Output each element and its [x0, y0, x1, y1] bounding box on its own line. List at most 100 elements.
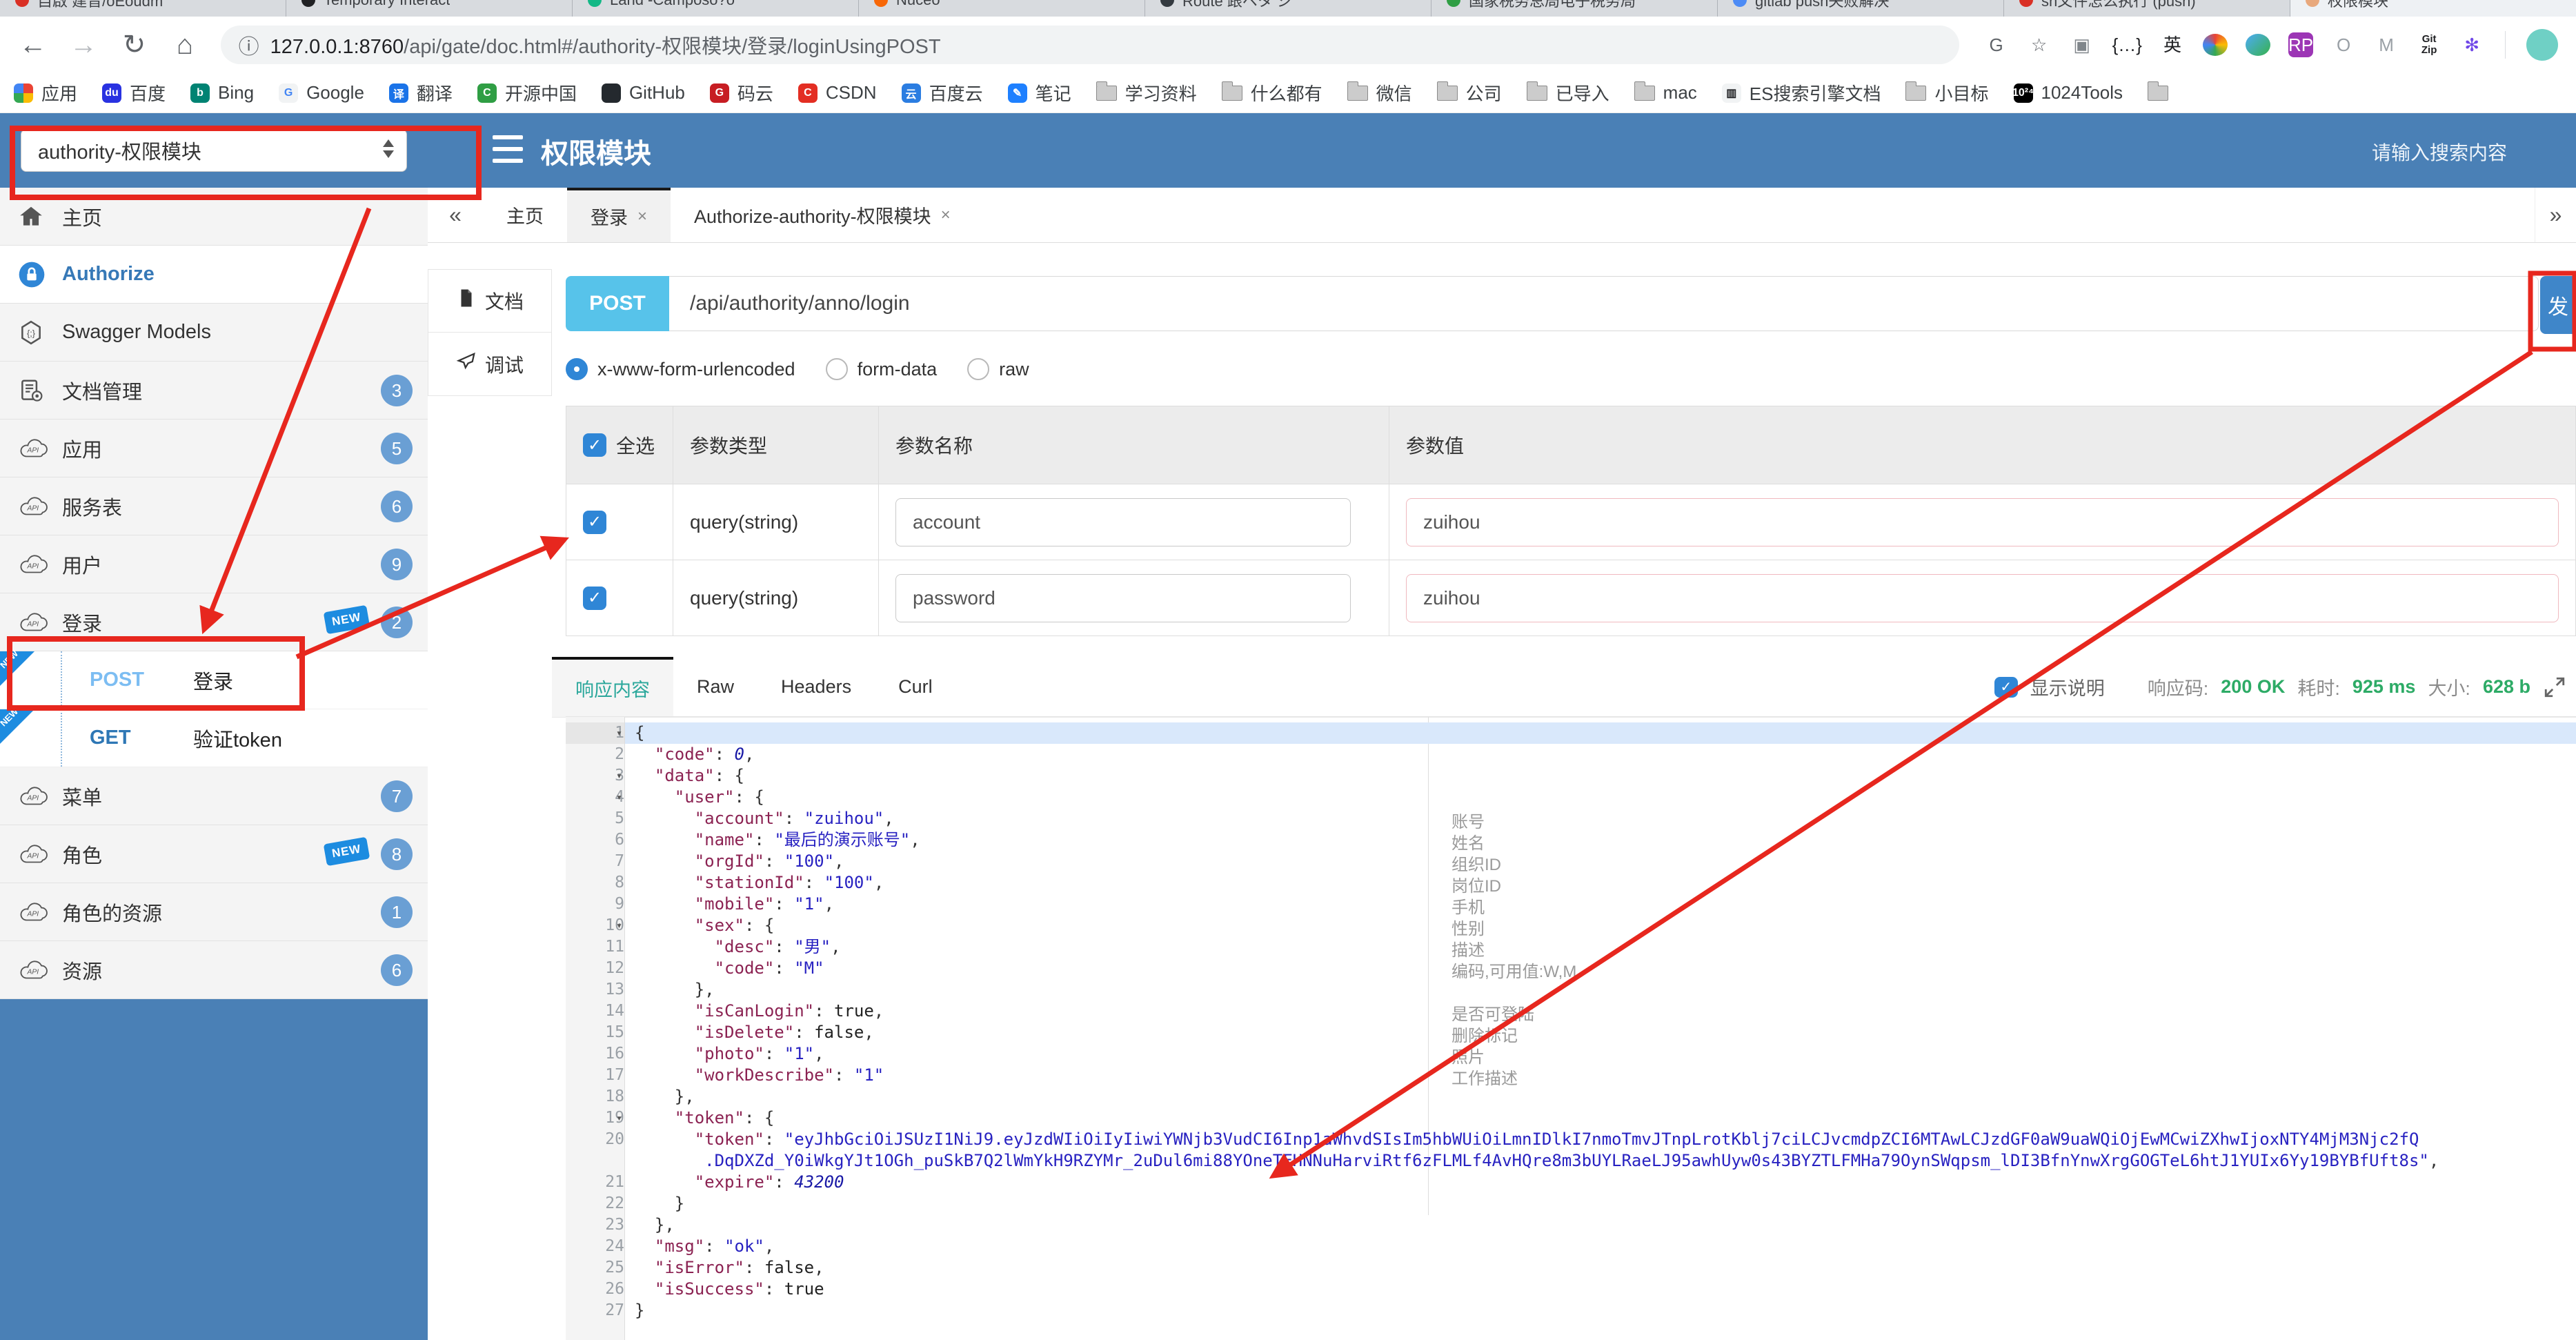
tab-调试[interactable]: 调试 — [428, 333, 552, 396]
bookmark-item[interactable]: G 码云 — [709, 80, 773, 106]
response-tab-Raw[interactable]: Raw — [673, 657, 758, 717]
browser-tab[interactable]: Nuceo — [859, 0, 1145, 17]
fold-arrow-icon[interactable]: ▾ — [616, 787, 622, 808]
bookmark-item[interactable]: GitHub — [601, 82, 685, 104]
browser-tab[interactable]: 自啟 建音/oEoudm — [0, 0, 286, 17]
bookmark-item[interactable]: 译翻译 — [388, 80, 453, 106]
response-tab-响应内容[interactable]: 响应内容 — [552, 657, 673, 717]
close-tab-icon[interactable]: × — [941, 206, 951, 225]
body-type-raw[interactable]: raw — [967, 358, 1029, 380]
fold-arrow-icon[interactable]: ▾ — [616, 915, 622, 936]
fold-arrow-icon[interactable]: ▾ — [616, 1107, 622, 1129]
menu-icon[interactable] — [493, 135, 523, 163]
sidebar-item-菜单[interactable]: API 菜单 7 — [0, 767, 428, 825]
reader-icon[interactable]: ▣ — [2070, 32, 2094, 57]
bookmark-item[interactable]: du 百度 — [102, 80, 166, 106]
browser-tab[interactable]: gitlab push失败解决 — [1718, 0, 2004, 17]
browser-tab[interactable]: 国家税务总局电子税务局 — [1431, 0, 1718, 17]
m-chevron-icon[interactable]: M — [2374, 32, 2399, 57]
browser-tab[interactable]: 权限模块 — [2290, 0, 2576, 17]
bookmark-item[interactable]: ▥ ES搜索引擎文档 — [1721, 80, 1881, 106]
bookmark-item[interactable]: 小目标 — [1905, 80, 1989, 106]
response-tab-Headers[interactable]: Headers — [757, 657, 875, 717]
site-info-icon[interactable]: ⓘ — [239, 30, 259, 60]
bookmark-item[interactable]: 10²⁴ 1024Tools — [2012, 82, 2123, 104]
sidebar-item-角色[interactable]: API 角色 NEW 8 — [0, 825, 428, 883]
bookmark-item[interactable]: G Google — [279, 82, 364, 104]
gitzip-icon[interactable]: Git Zip — [2417, 32, 2441, 57]
bookmark-item[interactable]: C 开源中国 — [477, 80, 577, 106]
profile-avatar[interactable] — [2526, 29, 2559, 61]
tab-文档[interactable]: 文档 — [428, 269, 552, 333]
reload-button[interactable]: ↻ — [119, 29, 149, 61]
oval-icon[interactable]: O — [2331, 32, 2356, 57]
response-editor[interactable]: 1 ▾{2 "code": 0, 3 ▾ "data": {4 ▾ "user": {5… — [566, 716, 2576, 1340]
response-tab-Curl[interactable]: Curl — [875, 657, 956, 717]
bookmark-item[interactable]: C CSDN — [797, 82, 877, 104]
header-search-input[interactable]: 请输入搜索内容 — [2372, 138, 2507, 166]
content-tab-Authorize-authority-权限模块[interactable]: Authorize-authority-权限模块 × — [671, 188, 974, 242]
bookmark-item[interactable]: 学习资料 — [1096, 80, 1197, 106]
translate-icon[interactable]: G — [1984, 32, 2009, 57]
close-tab-icon[interactable]: × — [637, 207, 647, 226]
param-value-input[interactable]: zuihou — [1406, 573, 2559, 622]
module-select[interactable]: authority-权限模块 — [21, 129, 407, 172]
bookmark-item[interactable]: b Bing — [190, 82, 254, 104]
sidebar-endpoint-验证token[interactable]: NEW GET 验证token — [0, 706, 428, 767]
param-name-input[interactable]: password — [895, 573, 1351, 622]
browser-tab[interactable]: Land -Camposo?o — [573, 0, 859, 17]
bookmark-star-icon[interactable]: ☆ — [2027, 32, 2052, 57]
axe-icon[interactable]: ✻ — [2459, 32, 2484, 57]
en-dict-icon[interactable]: 英 — [2160, 32, 2185, 57]
content-tab-登录[interactable]: 登录 × — [567, 188, 671, 242]
tabs-scroll-right-icon[interactable]: » — [2535, 188, 2576, 242]
sidebar-item-主页[interactable]: 主页 — [0, 188, 428, 246]
home-button[interactable]: ⌂ — [170, 30, 199, 61]
browser-tab[interactable]: Temporary Interact — [286, 0, 573, 17]
bookmark-item[interactable]: 已导入 — [1526, 80, 1609, 106]
send-button[interactable]: 发 — [2540, 276, 2576, 334]
sidebar-item-Swagger Models[interactable]: {;} Swagger Models — [0, 304, 428, 362]
body-type-x-www-form-urlencoded[interactable]: x-www-form-urlencoded — [566, 358, 795, 380]
expand-icon[interactable] — [2543, 676, 2566, 699]
radio-icon[interactable] — [566, 358, 588, 380]
request-path-input[interactable]: /api/authority/anno/login — [669, 276, 2539, 331]
row-checkbox[interactable]: ✓ — [583, 510, 606, 534]
bookmark-item[interactable] — [2148, 81, 2169, 101]
row-checkbox[interactable]: ✓ — [583, 586, 606, 610]
rp-icon[interactable]: RP — [2288, 32, 2314, 57]
forward-button[interactable]: → — [68, 30, 98, 61]
sidebar-item-登录[interactable]: API 登录 NEW 2 — [0, 593, 428, 651]
sidebar-item-应用[interactable]: API 应用 5 — [0, 420, 428, 477]
fold-arrow-icon[interactable]: ▾ — [616, 722, 622, 744]
show-desc-checkbox[interactable]: ✓ — [1994, 676, 2018, 698]
bookmark-item[interactable]: ✎ 笔记 — [1007, 80, 1071, 106]
sidebar-item-用户[interactable]: API 用户 9 — [0, 535, 428, 593]
address-bar[interactable]: ⓘ 127.0.0.1:8760/api/gate/doc.html#/auth… — [220, 26, 1959, 64]
sidebar-endpoint-登录[interactable]: NEW POST 登录 — [0, 648, 428, 709]
param-value-input[interactable]: zuihou — [1406, 497, 2559, 546]
radio-icon[interactable] — [967, 358, 990, 380]
tabs-scroll-left-icon[interactable]: « — [428, 188, 483, 242]
body-type-form-data[interactable]: form-data — [825, 358, 937, 380]
sidebar-item-服务表[interactable]: API 服务表 6 — [0, 477, 428, 535]
color-wheel-icon[interactable] — [2203, 34, 2228, 56]
param-name-input[interactable]: account — [895, 497, 1351, 546]
fold-arrow-icon[interactable]: ▾ — [616, 765, 622, 787]
radio-icon[interactable] — [825, 358, 848, 380]
bookmark-item[interactable]: 应用 — [14, 80, 77, 106]
sidebar-item-资源[interactable]: API 资源 6 — [0, 941, 428, 999]
bookmark-item[interactable]: 公司 — [1436, 80, 1502, 106]
select-all-checkbox[interactable]: ✓ — [583, 433, 606, 457]
sidebar-item-角色的资源[interactable]: API 角色的资源 1 — [0, 883, 428, 941]
bookmark-item[interactable]: 什么都有 — [1221, 80, 1322, 106]
sidebar-item-文档管理[interactable]: 文档管理 3 — [0, 362, 428, 420]
bookmark-item[interactable]: 微信 — [1347, 80, 1412, 106]
browser-tab[interactable]: Route 跟ベタ ジ — [1145, 0, 1431, 17]
sidebar-item-Authorize[interactable]: Authorize — [0, 246, 428, 304]
bookmark-item[interactable]: mac — [1634, 81, 1697, 104]
bookmark-item[interactable]: 云百度云 — [901, 80, 983, 106]
browser-tab[interactable]: sh文件怎么执行 (push) — [2004, 0, 2290, 17]
back-button[interactable]: ← — [18, 30, 48, 61]
content-tab-主页[interactable]: 主页 — [483, 188, 567, 242]
